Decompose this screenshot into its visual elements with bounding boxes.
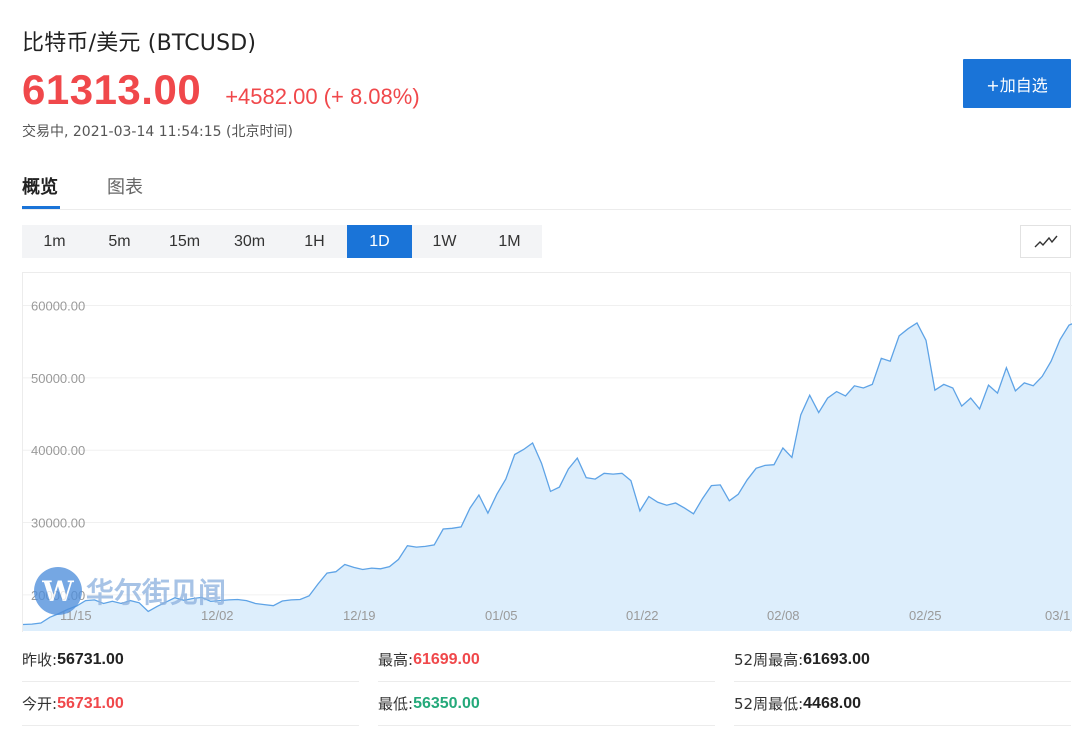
add-to-watchlist-button[interactable]: +加自选 [963, 59, 1071, 108]
watermark-logo: W 华尔街见闻 [34, 567, 226, 615]
stat-open: 今开: 56731.00 [22, 682, 359, 726]
y-tick-label: 60000.00 [31, 299, 85, 314]
stat-value: 61693.00 [803, 650, 870, 668]
stat-label: 今开: [22, 695, 58, 713]
stats-row: 今开: 56731.00 最低: 56350.00 52周最低: 4468.00 [22, 682, 1071, 726]
line-chart-icon [1034, 235, 1058, 247]
stat-52w-high: 52周最高: 61693.00 [734, 638, 1071, 682]
y-tick-label: 30000.00 [31, 516, 85, 531]
x-tick-label: 03/1 [1045, 608, 1070, 623]
y-tick-label: 50000.00 [31, 371, 85, 386]
stat-low: 最低: 56350.00 [378, 682, 715, 726]
trading-status: 交易中, 2021-03-14 11:54:15 (北京时间) [22, 124, 293, 140]
stat-value: 56350.00 [413, 694, 480, 712]
price-row: 61313.00 +4582.00 (+ 8.08%) [22, 66, 420, 114]
x-tick-label: 01/05 [485, 608, 518, 623]
stat-label: 最低: [378, 695, 414, 713]
x-tick-label: 02/25 [909, 608, 942, 623]
period-selector: 1m 5m 15m 30m 1H 1D 1W 1M [22, 225, 542, 258]
stat-value: 56731.00 [57, 650, 124, 668]
page-title: 比特币/美元 (BTCUSD) [22, 31, 257, 56]
price-change: +4582.00 (+ 8.08%) [225, 84, 420, 109]
current-price: 61313.00 [22, 66, 202, 113]
period-5m[interactable]: 5m [87, 225, 152, 258]
watermark-text: 华尔街见闻 [86, 576, 227, 609]
period-1m[interactable]: 1m [22, 225, 87, 258]
active-tab-indicator [22, 206, 60, 209]
x-tick-label: 12/19 [343, 608, 376, 623]
y-tick-label: 40000.00 [31, 443, 85, 458]
stat-value: 61699.00 [413, 650, 480, 668]
period-1w[interactable]: 1W [412, 225, 477, 258]
stats-row: 昨收: 56731.00 最高: 61699.00 52周最高: 61693.0… [22, 638, 1071, 682]
tab-chart[interactable]: 图表 [107, 173, 143, 199]
stat-label: 昨收: [22, 651, 58, 669]
period-30m[interactable]: 30m [217, 225, 282, 258]
stat-label: 52周最高: [734, 651, 804, 669]
stat-label: 最高: [378, 651, 414, 669]
stat-value: 4468.00 [803, 694, 861, 712]
x-tick-label: 01/22 [626, 608, 659, 623]
stat-high: 最高: 61699.00 [378, 638, 715, 682]
x-tick-label: 02/08 [767, 608, 800, 623]
period-1m[interactable]: 1M [477, 225, 542, 258]
stat-value: 56731.00 [57, 694, 124, 712]
chart-type-button[interactable] [1020, 225, 1071, 258]
period-1h[interactable]: 1H [282, 225, 347, 258]
stat-label: 52周最低: [734, 695, 804, 713]
period-1d[interactable]: 1D [347, 225, 412, 258]
watermark-mark: W [34, 567, 82, 615]
stat-prev-close: 昨收: 56731.00 [22, 638, 359, 682]
stat-52w-low: 52周最低: 4468.00 [734, 682, 1071, 726]
period-15m[interactable]: 15m [152, 225, 217, 258]
tab-overview[interactable]: 概览 [22, 173, 58, 199]
view-tabs: 概览 图表 [22, 170, 1071, 210]
